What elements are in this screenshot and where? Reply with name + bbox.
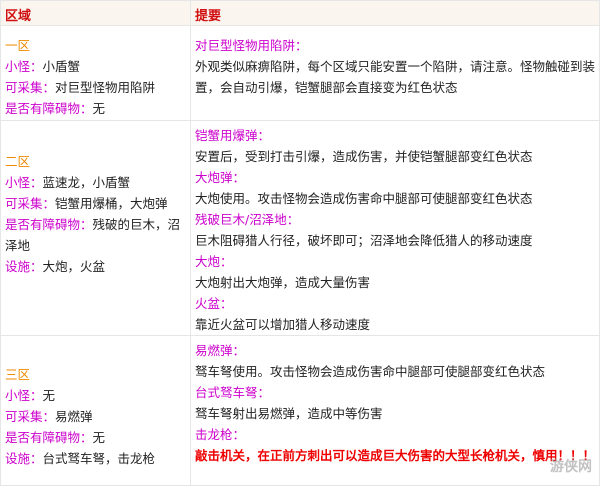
item-text: 大炮射出大炮弹，造成大量伤害 [195,272,595,293]
item-title: 火盆： [195,293,595,314]
zone-table: 区域 提要 一区 小怪：小盾蟹 可采集：对巨型怪物用陷阱 是否有障碍物：无 对巨… [0,0,600,486]
table-row: 一区 小怪：小盾蟹 可采集：对巨型怪物用陷阱 是否有障碍物：无 对巨型怪物用陷阱… [1,26,600,121]
warning-text: 敲击机关，在正前方刺出可以造成巨大伤害的大型长枪机关，慎用！！！ [195,445,595,466]
field-label: 小怪： [5,388,43,403]
zone-title: 二区 [5,151,186,172]
field-label: 设施： [5,451,43,466]
field-value: 对巨型怪物用陷阱 [55,80,155,95]
field-label: 小怪： [5,175,43,190]
field-label: 可采集： [5,409,55,424]
field-value: 蓝速龙，小盾蟹 [43,175,131,190]
item-title: 台式驽车弩： [195,382,595,403]
item-title: 残破巨木/沼泽地： [195,209,595,230]
field-value: 铠蟹用爆桶，大炮弹 [55,196,168,211]
item-title: 对巨型怪物用陷阱： [195,35,595,56]
field-label: 设施： [5,259,43,274]
field-label: 小怪： [5,59,43,74]
table-row: 三区 小怪：无 可采集：易燃弹 是否有障碍物：无 设施：台式驽车弩，击龙枪 易燃… [1,336,600,486]
item-text: 靠近火盆可以增加猎人移动速度 [195,314,595,335]
zone-title: 一区 [5,35,186,56]
field-value: 易燃弹 [55,409,93,424]
item-text: 驽车弩使用。攻击怪物会造成伤害命中腿部可使腿部变红色状态 [195,361,595,382]
field-label: 是否有障碍物： [5,217,93,232]
header-summary: 提要 [191,1,600,26]
item-title: 击龙枪： [195,424,595,445]
field-value: 无 [43,388,56,403]
item-text: 驽车弩射出易燃弹，造成中等伤害 [195,403,595,424]
item-title: 铠蟹用爆弹： [195,125,595,146]
item-text: 大炮使用。攻击怪物会造成伤害命中腿部可使腿部变红色状态 [195,188,595,209]
field-label: 可采集： [5,196,55,211]
watermark-logo: 游侠网 [550,456,592,476]
field-value: 小盾蟹 [43,59,81,74]
field-value: 台式驽车弩，击龙枪 [43,451,156,466]
item-text: 外观类似麻痹陷阱，每个区域只能安置一个陷阱，请注意。怪物触碰到装置，会自动引爆，… [195,56,595,98]
field-value: 无 [93,101,106,116]
field-label: 是否有障碍物： [5,430,93,445]
table-row: 二区 小怪：蓝速龙，小盾蟹 可采集：铠蟹用爆桶，大炮弹 是否有障碍物：残破的巨木… [1,121,600,336]
item-text: 安置后，受到打击引爆，造成伤害，并使铠蟹腿部变红色状态 [195,146,595,167]
header-zone: 区域 [1,1,191,26]
field-value: 大炮，火盆 [43,259,106,274]
item-title: 大炮弹： [195,167,595,188]
field-label: 可采集： [5,80,55,95]
zone-title: 三区 [5,364,186,385]
field-value: 无 [93,430,106,445]
item-title: 大炮： [195,251,595,272]
item-title: 易燃弹： [195,340,595,361]
table-header-row: 区域 提要 [1,1,600,26]
item-text: 巨木阻碍猎人行径，破坏即可；沼泽地会降低猎人的移动速度 [195,230,595,251]
field-label: 是否有障碍物： [5,101,93,116]
